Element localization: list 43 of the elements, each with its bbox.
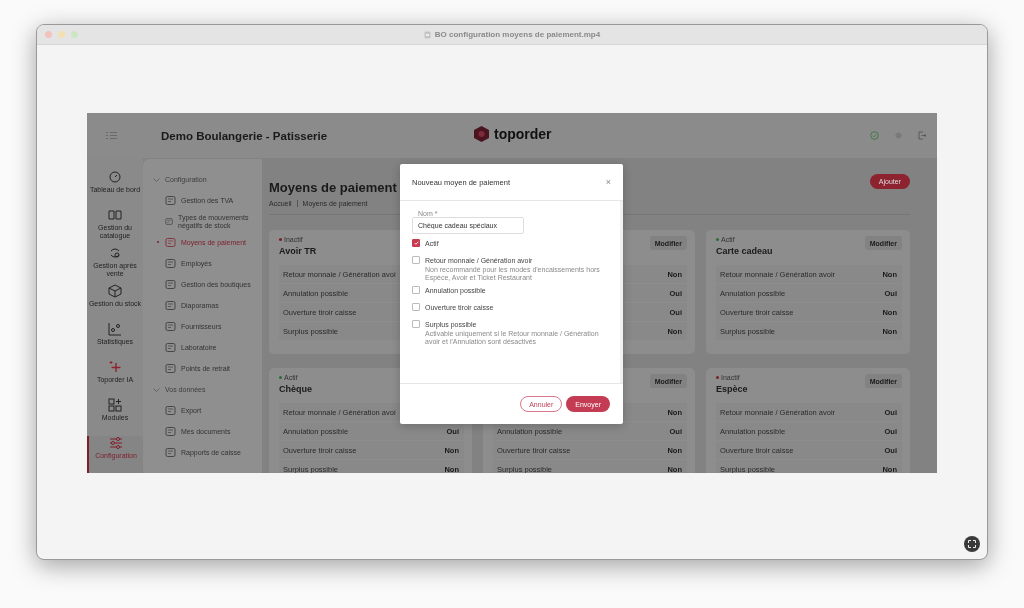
chart-icon (108, 322, 122, 336)
logout-icon[interactable] (918, 131, 926, 140)
checkbox[interactable] (412, 256, 420, 264)
document-icon (423, 30, 431, 39)
window-title: BO configuration moyens de paiement.mp4 (434, 30, 601, 39)
card-title: Chèque (279, 384, 312, 395)
menu-item-icon (165, 279, 176, 290)
expand-icon[interactable] (964, 536, 980, 552)
sparkle-icon (108, 360, 122, 374)
menu-item-icon (165, 447, 176, 458)
checkbox[interactable] (412, 320, 420, 328)
menu-item-icon (165, 216, 173, 227)
check-icon (413, 241, 419, 245)
modules-icon (108, 398, 122, 412)
checkbox[interactable] (412, 303, 420, 311)
card-title: Avoir TR (279, 246, 317, 257)
close-button[interactable]: × (605, 177, 611, 187)
menu-item-icon (165, 342, 176, 353)
menu-item-icon (165, 363, 176, 374)
menu-item-icon (165, 300, 176, 311)
menu-item-icon (165, 426, 176, 437)
card-title: Espèce (716, 384, 748, 395)
logo-text: toporder (494, 126, 552, 142)
menu-item-icon (165, 321, 176, 332)
menu-item-icon (165, 258, 176, 269)
menu-item-icon (165, 195, 176, 206)
page-title: Moyens de paiement (269, 180, 397, 195)
refresh-gear-icon (108, 246, 122, 260)
logo-icon (474, 126, 489, 142)
menu-icon[interactable] (106, 132, 118, 139)
box-icon (108, 284, 122, 298)
sliders-icon (109, 436, 123, 450)
shop-name: Demo Boulangerie - Patisserie (161, 129, 328, 142)
book-icon (108, 208, 122, 222)
menu-item-icon (165, 405, 176, 416)
menu-item-icon (165, 237, 176, 248)
chevron-icon (153, 387, 160, 392)
card-title: Carte cadeau (716, 246, 773, 257)
checkbox[interactable] (412, 239, 420, 247)
checkbox[interactable] (412, 286, 420, 294)
check-circle-icon (870, 131, 879, 140)
dashboard-icon (108, 170, 122, 184)
chevron-icon (153, 177, 160, 182)
